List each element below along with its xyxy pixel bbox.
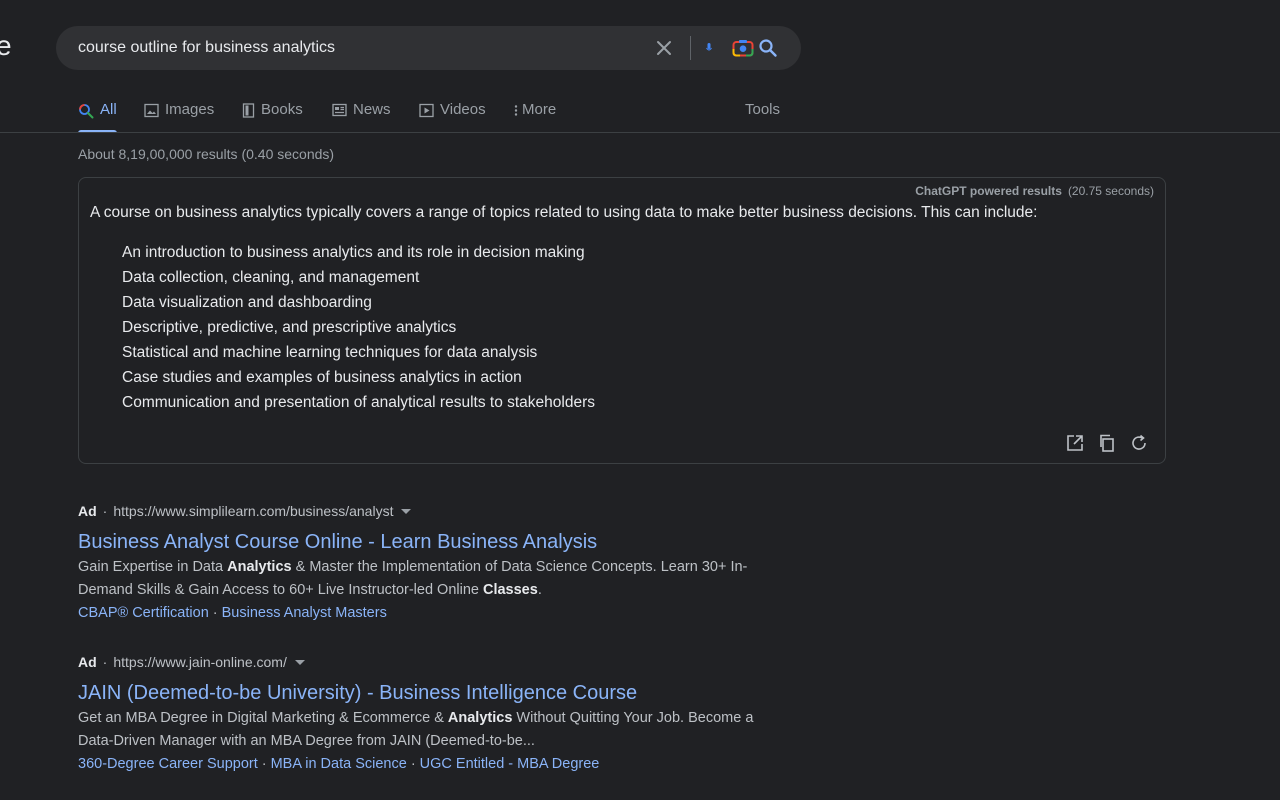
chatgpt-meta: ChatGPT powered results (20.75 seconds) [915, 184, 1154, 198]
sitelink[interactable]: UGC Entitled - MBA Degree [420, 756, 600, 772]
tab-news[interactable]: News [332, 100, 391, 133]
search-icon[interactable] [756, 37, 780, 59]
separator-dot: · [212, 605, 218, 621]
ad-result: Ad · https://www.simplilearn.com/busines… [78, 501, 778, 624]
ad-label: Ad [78, 503, 97, 519]
refresh-icon[interactable] [1129, 433, 1149, 453]
separator-dot: · [410, 756, 416, 772]
ad-label: Ad [78, 654, 97, 670]
search-icon [79, 104, 94, 119]
list-item: An introduction to business analytics an… [122, 244, 585, 261]
ad-result: Ad · https://www.jain-online.com/ JAIN (… [78, 652, 778, 775]
sitelink[interactable]: 360-Degree Career Support [78, 756, 258, 772]
ad-description: Gain Expertise in Data Analytics & Maste… [78, 556, 778, 602]
close-icon[interactable] [654, 38, 674, 58]
list-item: Case studies and examples of business an… [122, 369, 522, 386]
search-box [56, 26, 801, 70]
tab-label: News [353, 101, 391, 118]
list-item: Data collection, cleaning, and managemen… [122, 269, 420, 286]
caret-down-icon[interactable] [294, 659, 305, 665]
ad-sitelinks: 360-Degree Career Support · MBA in Data Sc… [78, 753, 778, 775]
ad-source[interactable]: Ad · https://www.jain-online.com/ [78, 652, 778, 672]
chatgpt-time: (20.75 seconds) [1067, 184, 1154, 198]
ad-description: Get an MBA Degree in Digital Marketing &… [78, 707, 778, 753]
list-item: Communication and presentation of analyt… [122, 394, 596, 411]
sitelink[interactable]: MBA in Data Science [271, 756, 407, 772]
ad-sitelinks: CBAP® Certification · Business Analyst Mas… [78, 602, 778, 624]
image-icon [144, 103, 159, 118]
ad-desc-text: . [537, 582, 542, 598]
more-vert-icon [514, 105, 518, 116]
ad-url: https://www.jain-online.com/ [113, 654, 287, 670]
search-input[interactable] [78, 37, 638, 59]
tab-label: Videos [440, 101, 486, 118]
tabs-divider [0, 132, 1280, 133]
video-icon [419, 103, 434, 118]
tab-images[interactable]: Images [144, 100, 214, 133]
copy-icon[interactable] [1097, 433, 1117, 453]
search-divider [690, 36, 691, 60]
ad-desc-bold: Analytics [227, 559, 292, 575]
separator-dot: · [102, 503, 108, 519]
search-tabs: All Images Books News Videos More Tools [78, 100, 798, 133]
caret-down-icon[interactable] [401, 508, 412, 514]
ad-desc-bold: Analytics [447, 710, 513, 726]
chatgpt-tools [1065, 433, 1149, 453]
mic-icon[interactable] [702, 38, 716, 58]
tab-label: Images [165, 101, 215, 118]
tab-label: More [522, 101, 557, 118]
open-external-icon[interactable] [1065, 433, 1085, 453]
list-item: Descriptive, predictive, and prescriptiv… [122, 319, 457, 336]
news-icon [332, 103, 347, 117]
chatgpt-intro: A course on business analytics typically… [90, 204, 1038, 221]
google-logo-fragment[interactable]: e [0, 30, 12, 62]
tab-label: All [100, 101, 117, 118]
chatgpt-source-label: ChatGPT powered results [915, 184, 1062, 198]
book-icon [242, 103, 255, 118]
ad-source[interactable]: Ad · https://www.simplilearn.com/busines… [78, 501, 778, 521]
chatgpt-list: An introduction to business analytics an… [122, 240, 595, 415]
sitelink[interactable]: Business Analyst Masters [222, 605, 387, 621]
tab-label: Books [261, 101, 303, 118]
tab-tools[interactable]: Tools [745, 100, 780, 133]
list-item: Data visualization and dashboarding [122, 294, 372, 311]
tab-all[interactable]: All [78, 100, 117, 133]
ad-desc-bold: Classes [482, 582, 538, 598]
list-item: Statistical and machine learning techniq… [122, 344, 538, 361]
ad-desc-text: Gain Expertise in Data [78, 559, 228, 575]
ad-url: https://www.simplilearn.com/business/ana… [113, 503, 394, 519]
ad-title-link[interactable]: Business Analyst Course Online - Learn B… [78, 529, 778, 555]
separator-dot: · [102, 654, 108, 670]
result-stats: About 8,19,00,000 results (0.40 seconds) [78, 146, 335, 162]
tab-books[interactable]: Books [242, 100, 303, 133]
separator-dot: · [261, 756, 267, 772]
tab-videos[interactable]: Videos [419, 100, 486, 133]
lens-icon[interactable] [731, 37, 755, 59]
tab-label: Tools [745, 101, 781, 118]
tab-more[interactable]: More [513, 100, 556, 133]
ad-title-link[interactable]: JAIN (Deemed-to-be University) - Busines… [78, 680, 778, 706]
sitelink[interactable]: CBAP® Certification [78, 605, 209, 621]
ad-desc-text: Get an MBA Degree in Digital Marketing &… [78, 710, 448, 726]
chatgpt-panel: ChatGPT powered results (20.75 seconds) A… [78, 177, 1166, 464]
